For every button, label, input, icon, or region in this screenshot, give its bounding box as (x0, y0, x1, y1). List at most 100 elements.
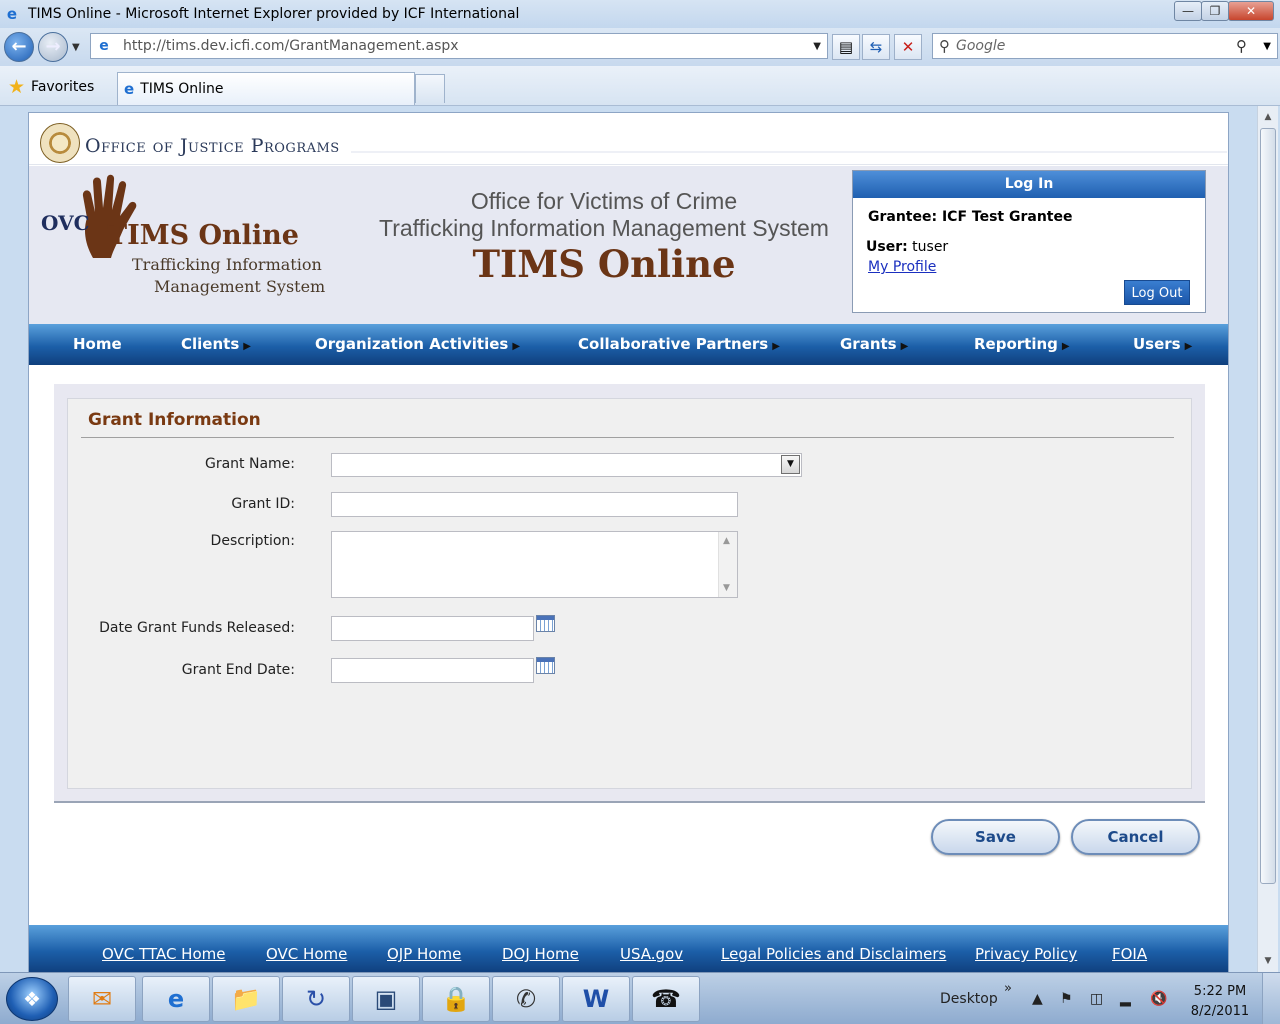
action-center-flag-icon[interactable]: ⚑ (1060, 991, 1073, 1007)
fax-taskbar-icon[interactable]: ☎ (632, 976, 700, 1022)
nav-home-label: Home (73, 335, 122, 353)
new-tab-button[interactable] (415, 74, 445, 103)
log-out-button[interactable]: Log Out (1124, 280, 1190, 305)
show-hidden-icons-icon[interactable]: ▲ (1032, 991, 1043, 1007)
desktop-toolbar-label[interactable]: Desktop (940, 991, 998, 1007)
chevron-down-icon[interactable]: ▼ (781, 455, 800, 474)
outlook-taskbar-icon[interactable]: ✉ (68, 976, 136, 1022)
scroll-down-icon[interactable]: ▼ (1258, 952, 1278, 970)
start-button[interactable]: ❖ (6, 977, 58, 1021)
login-panel: Log In Grantee: ICF Test Grantee User: t… (852, 170, 1206, 313)
footer-link-usa-gov[interactable]: USA.gov (620, 945, 683, 963)
calendar-icon[interactable] (536, 657, 555, 674)
internet-explorer-icon: e (6, 5, 18, 23)
header-system-name: Trafficking Information Management Syste… (379, 215, 829, 241)
page-scrollbar[interactable]: ▲ ▼ (1257, 106, 1278, 972)
internet-explorer-taskbar-icon[interactable]: e (142, 976, 210, 1022)
recent-pages-dropdown-icon[interactable]: ▼ (72, 42, 80, 53)
submenu-arrow-icon: ▶ (512, 341, 521, 352)
tab-title: TIMS Online (140, 81, 224, 97)
scrollbar-thumb[interactable] (1260, 128, 1276, 884)
nav-clients-label: Clients (181, 335, 240, 353)
description-textarea[interactable]: ▲ ▼ (331, 531, 738, 598)
submenu-arrow-icon: ▶ (900, 341, 909, 352)
window-controls: — ❐ ✕ (1174, 1, 1274, 21)
close-button[interactable]: ✕ (1228, 1, 1274, 21)
nav-home[interactable]: Home (73, 335, 122, 353)
browser-tab[interactable]: e TIMS Online (117, 72, 415, 105)
tab-page-icon: e (124, 80, 135, 98)
window-title-bar: e TIMS Online - Microsoft Internet Explo… (0, 0, 1280, 28)
textarea-scrollbar[interactable]: ▲ ▼ (718, 532, 737, 597)
footer-link-doj-home[interactable]: DOJ Home (502, 945, 579, 963)
nav-organization-activities[interactable]: Organization Activities ▶ (315, 335, 520, 353)
address-dropdown-icon[interactable]: ▼ (813, 41, 821, 52)
footer-link-ovc-home[interactable]: OVC Home (266, 945, 347, 963)
favorites-button[interactable]: ★ Favorites (8, 76, 94, 98)
grant-information-panel: Grant Information Grant Name: ▼ Grant ID… (67, 398, 1192, 789)
forward-button[interactable]: → (38, 32, 68, 62)
back-button[interactable]: ← (4, 32, 34, 62)
window-title: TIMS Online - Microsoft Internet Explore… (28, 6, 520, 22)
power-icon[interactable]: ◫ (1090, 991, 1103, 1007)
header-app-title: TIMS Online (472, 242, 736, 286)
search-dropdown-icon[interactable]: ▼ (1263, 41, 1271, 52)
calendar-icon[interactable] (536, 615, 555, 632)
cancel-button[interactable]: Cancel (1071, 819, 1200, 855)
search-placeholder[interactable]: Google (956, 38, 1005, 54)
grant-name-select[interactable]: ▼ (331, 453, 802, 477)
scroll-up-icon[interactable]: ▲ (1258, 108, 1278, 126)
submenu-arrow-icon: ▶ (243, 341, 251, 352)
logo-subtitle-2: Management System (154, 277, 326, 296)
remote-app-taskbar-icon[interactable]: ↻ (282, 976, 350, 1022)
nav-clients[interactable]: Clients ▶ (181, 335, 251, 353)
grant-id-field[interactable] (331, 492, 738, 517)
address-url[interactable]: http://tims.dev.icfi.com/GrantManagement… (123, 38, 459, 54)
scroll-up-icon[interactable]: ▲ (723, 536, 730, 546)
folder-taskbar-icon[interactable]: 📁 (212, 976, 280, 1022)
minimize-button[interactable]: — (1174, 1, 1202, 21)
nav-grants[interactable]: Grants ▶ (840, 335, 908, 353)
nav-reporting[interactable]: Reporting ▶ (974, 335, 1070, 353)
address-bar[interactable]: e http://tims.dev.icfi.com/GrantManageme… (90, 33, 828, 59)
grant-end-date-field[interactable] (331, 658, 534, 683)
favorites-bar: ★ Favorites e TIMS Online (0, 66, 1280, 106)
submenu-arrow-icon: ▶ (772, 341, 780, 352)
nav-collaborative-partners[interactable]: Collaborative Partners ▶ (578, 335, 780, 353)
phone-taskbar-icon[interactable]: ✆ (492, 976, 560, 1022)
footer-link-foia[interactable]: FOIA (1112, 945, 1147, 963)
form-title-divider (81, 437, 1174, 438)
secure-database-taskbar-icon[interactable]: 🔒 (422, 976, 490, 1022)
system-clock[interactable]: 5:22 PM 8/2/2011 (1188, 982, 1252, 1022)
toolbar-expand-icon[interactable]: » (1004, 981, 1012, 996)
page-footer: OVC TTAC Home OVC Home OJP Home DOJ Home… (29, 925, 1228, 973)
compatibility-view-icon[interactable]: ▤ (832, 34, 860, 60)
volume-muted-icon[interactable]: 🔇 (1150, 991, 1167, 1007)
word-taskbar-icon[interactable]: W (562, 976, 630, 1022)
show-desktop-button[interactable] (1262, 973, 1280, 1024)
restore-button[interactable]: ❐ (1201, 1, 1229, 21)
footer-link-legal-policies[interactable]: Legal Policies and Disclaimers (721, 945, 946, 963)
refresh-icon[interactable]: ⇆ (862, 34, 890, 60)
ovc-logo-text: OVC (41, 211, 90, 235)
description-label: Description: (210, 533, 295, 549)
virtual-machine-taskbar-icon[interactable]: ▣ (352, 976, 420, 1022)
save-button[interactable]: Save (931, 819, 1060, 855)
footer-link-privacy-policy[interactable]: Privacy Policy (975, 945, 1077, 963)
date-released-field[interactable] (331, 616, 534, 641)
footer-link-ojp-home[interactable]: OJP Home (387, 945, 461, 963)
search-icon[interactable]: ⚲ (1236, 37, 1247, 55)
network-signal-icon[interactable]: ▂ (1120, 991, 1131, 1007)
search-engine-icon: ⚲ (939, 37, 950, 55)
footer-link-ovc-ttac-home[interactable]: OVC TTAC Home (102, 945, 225, 963)
clock-date: 8/2/2011 (1190, 1004, 1250, 1019)
browser-viewport: Office of Justice Programs OVC TIMS Onli… (0, 106, 1280, 973)
stop-icon[interactable]: ✕ (894, 34, 922, 60)
clock-time: 5:22 PM (1193, 984, 1247, 999)
my-profile-link[interactable]: My Profile (868, 259, 936, 275)
windows-taskbar: ❖ ✉ e 📁 ↻ ▣ 🔒 ✆ W ☎ Desktop » ▲ ⚑ ◫ ▂ 🔇 … (0, 972, 1280, 1024)
nav-users[interactable]: Users ▶ (1133, 335, 1192, 353)
search-box[interactable]: ⚲ Google ⚲ ▼ (932, 33, 1278, 59)
agency-name[interactable]: Office of Justice Programs (85, 135, 340, 157)
scroll-down-icon[interactable]: ▼ (723, 583, 730, 593)
